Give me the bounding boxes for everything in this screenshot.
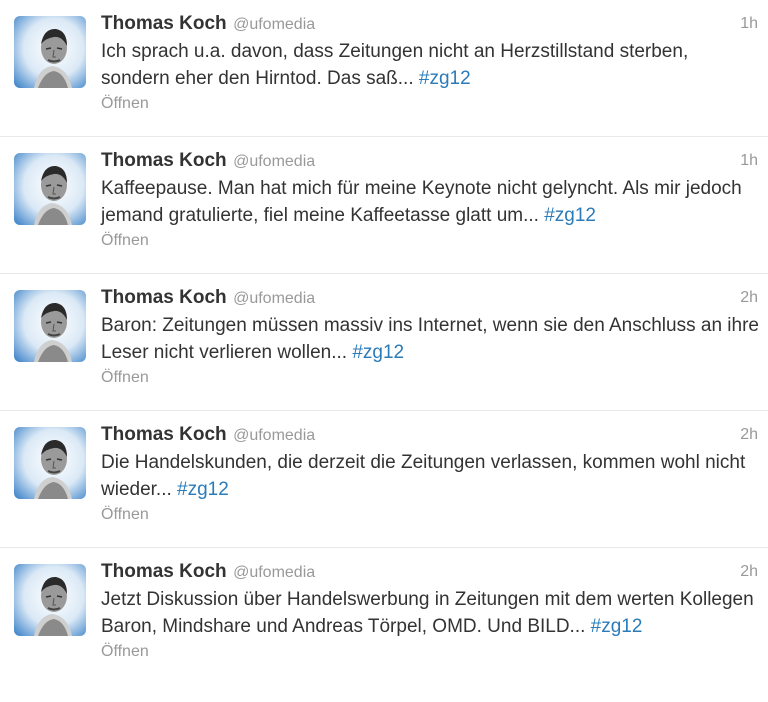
author-name[interactable]: Thomas Koch [101,13,227,34]
author-name[interactable]: Thomas Koch [101,150,227,171]
tweet-item[interactable]: Thomas Koch @ufomedia 2h Jetzt Diskussio… [0,548,768,702]
open-link[interactable]: Öffnen [101,230,760,252]
author-handle[interactable]: @ufomedia [233,290,315,307]
tweet-timestamp[interactable]: 2h [740,560,758,584]
hashtag-link[interactable]: #zg12 [419,68,471,89]
tweet-header: Thomas Koch @ufomedia [101,12,760,36]
avatar[interactable] [14,153,86,225]
open-link[interactable]: Öffnen [101,93,760,115]
hashtag-link[interactable]: #zg12 [544,205,596,226]
tweet-timestamp[interactable]: 2h [740,286,758,310]
tweet-text: Baron: Zeitungen müssen massiv ins Inter… [101,312,761,366]
tweet-timeline: Thomas Koch @ufomedia 1h Ich sprach u.a.… [0,0,768,702]
open-link[interactable]: Öffnen [101,367,760,389]
tweet-text: Die Handelskunden, die derzeit die Zeitu… [101,449,761,503]
hashtag-link[interactable]: #zg12 [177,479,229,500]
tweet-body: Baron: Zeitungen müssen massiv ins Inter… [101,315,759,363]
hashtag-link[interactable]: #zg12 [591,616,643,637]
tweet-timestamp[interactable]: 1h [740,149,758,173]
tweet-timestamp[interactable]: 2h [740,423,758,447]
open-link[interactable]: Öffnen [101,641,760,663]
tweet-text: Kaffeepause. Man hat mich für meine Keyn… [101,175,761,229]
tweet-body: Ich sprach u.a. davon, dass Zeitungen ni… [101,41,689,89]
author-name[interactable]: Thomas Koch [101,424,227,445]
author-handle[interactable]: @ufomedia [233,153,315,170]
tweet-text: Jetzt Diskussion über Handelswerbung in … [101,586,761,640]
tweet-timestamp[interactable]: 1h [740,12,758,36]
author-name[interactable]: Thomas Koch [101,287,227,308]
hashtag-link[interactable]: #zg12 [352,342,404,363]
author-name[interactable]: Thomas Koch [101,561,227,582]
avatar[interactable] [14,16,86,88]
tweet-item[interactable]: Thomas Koch @ufomedia 2h Baron: Zeitunge… [0,274,768,411]
tweet-header: Thomas Koch @ufomedia [101,286,760,310]
tweet-header: Thomas Koch @ufomedia [101,149,760,173]
tweet-body: Jetzt Diskussion über Handelswerbung in … [101,589,754,637]
author-handle[interactable]: @ufomedia [233,16,315,33]
tweet-item[interactable]: Thomas Koch @ufomedia 1h Ich sprach u.a.… [0,0,768,137]
avatar[interactable] [14,290,86,362]
avatar[interactable] [14,564,86,636]
tweet-body: Kaffeepause. Man hat mich für meine Keyn… [101,178,742,226]
tweet-item[interactable]: Thomas Koch @ufomedia 2h Die Handelskund… [0,411,768,548]
tweet-header: Thomas Koch @ufomedia [101,560,760,584]
avatar[interactable] [14,427,86,499]
author-handle[interactable]: @ufomedia [233,427,315,444]
tweet-text: Ich sprach u.a. davon, dass Zeitungen ni… [101,38,761,92]
tweet-item[interactable]: Thomas Koch @ufomedia 1h Kaffeepause. Ma… [0,137,768,274]
tweet-header: Thomas Koch @ufomedia [101,423,760,447]
open-link[interactable]: Öffnen [101,504,760,526]
author-handle[interactable]: @ufomedia [233,564,315,581]
